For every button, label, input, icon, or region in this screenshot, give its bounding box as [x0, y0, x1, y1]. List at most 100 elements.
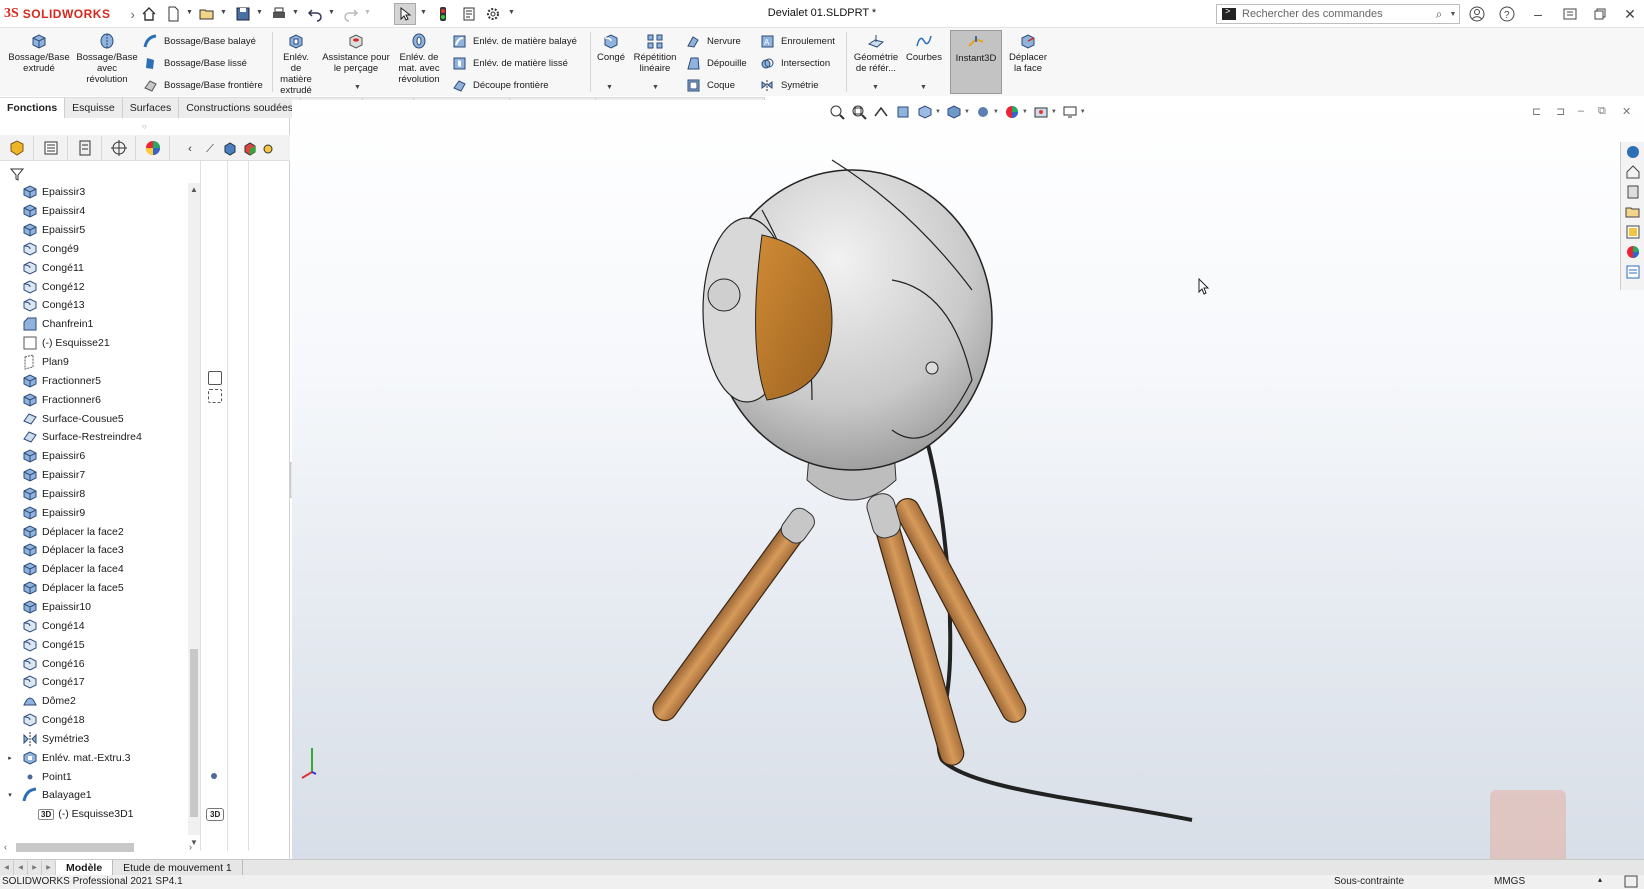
tree-item[interactable]: 3D (-) Esquisse3D1: [0, 805, 188, 824]
tree-item[interactable]: Point1: [0, 767, 188, 786]
tree-item[interactable]: (-) Esquisse21: [0, 334, 188, 353]
next-tab-icon[interactable]: ▶: [28, 860, 42, 875]
tree-item[interactable]: Congé9: [0, 240, 188, 259]
viewport-minimize-icon[interactable]: –: [1578, 105, 1584, 117]
dimxpert-tab-icon[interactable]: [102, 135, 136, 160]
hscroll-thumb[interactable]: [16, 843, 134, 852]
select-cursor-icon[interactable]: [394, 3, 416, 25]
bossage-extrude-button[interactable]: Bossage/Base extrudé: [6, 32, 72, 74]
previous-view-icon[interactable]: [872, 103, 890, 121]
last-tab-icon[interactable]: ▶: [42, 860, 56, 875]
motion-study-tab[interactable]: Etude de mouvement 1: [113, 859, 243, 876]
unit-system[interactable]: MMGS: [1494, 876, 1525, 887]
tree-item[interactable]: Fractionner5: [0, 371, 188, 390]
tree-item[interactable]: Congé18: [0, 711, 188, 730]
model-tab[interactable]: Modèle: [56, 859, 114, 876]
window-options-icon[interactable]: [1560, 5, 1580, 23]
save-icon[interactable]: [232, 3, 254, 25]
coque-button[interactable]: Coque: [686, 77, 735, 93]
depouille-button[interactable]: Dépouille: [686, 55, 747, 71]
tree-item[interactable]: Epaissir6: [0, 447, 188, 466]
close-icon[interactable]: ✕: [1620, 5, 1640, 23]
print-icon[interactable]: [268, 3, 290, 25]
redo-dropdown-icon[interactable]: ▼: [364, 9, 371, 16]
tree-horizontal-scrollbar[interactable]: ‹ ›: [4, 840, 192, 854]
apply-scene-icon[interactable]: [1032, 103, 1050, 121]
enlev-extrude-button[interactable]: Enlév. de matière extrudé: [276, 32, 316, 96]
save-dropdown-icon[interactable]: ▼: [256, 9, 263, 16]
tree-item[interactable]: ▾ Balayage1: [0, 786, 188, 805]
appearance-tab-icon[interactable]: [136, 135, 170, 160]
repetition-dropdown-icon[interactable]: ▼: [652, 84, 659, 91]
propertymanager-tab-icon[interactable]: [34, 135, 68, 160]
home-pane-icon[interactable]: [1625, 164, 1641, 180]
tree-item[interactable]: Congé13: [0, 296, 188, 315]
undo-icon[interactable]: [304, 3, 326, 25]
undo-dropdown-icon[interactable]: ▼: [328, 9, 335, 16]
symetrie-button[interactable]: Symétrie: [760, 77, 818, 93]
options-gear-icon[interactable]: [482, 3, 504, 25]
nervure-button[interactable]: Nervure: [686, 33, 741, 49]
new-dropdown-icon[interactable]: ▼: [186, 9, 193, 16]
featuremanager-tab-icon[interactable]: [0, 135, 34, 160]
scroll-thumb[interactable]: [190, 649, 198, 817]
tree-item[interactable]: Epaissir7: [0, 466, 188, 485]
intersection-button[interactable]: Intersection: [760, 55, 830, 71]
tree-item[interactable]: Epaissir9: [0, 503, 188, 522]
tree-item[interactable]: Chanfrein1: [0, 315, 188, 334]
tree-item[interactable]: Epaissir4: [0, 202, 188, 221]
assistance-percage-button[interactable]: Assistance pour le perçage: [318, 32, 394, 74]
sketch-tool-icon[interactable]: ⟋: [200, 140, 220, 158]
view-orientation-icon[interactable]: [945, 103, 963, 121]
home-icon[interactable]: [138, 3, 160, 25]
user-account-icon[interactable]: [1467, 5, 1487, 23]
expander-icon[interactable]: ▾: [4, 791, 16, 799]
tree-item[interactable]: Déplacer la face3: [0, 541, 188, 560]
tree-item[interactable]: Epaissir5: [0, 221, 188, 240]
minimize-icon[interactable]: –: [1528, 5, 1548, 23]
tab-0[interactable]: Fonctions: [0, 98, 66, 118]
view-palette-icon[interactable]: [1625, 224, 1641, 240]
tree-item[interactable]: Congé12: [0, 277, 188, 296]
tree-item[interactable]: Congé11: [0, 258, 188, 277]
display-color-icon[interactable]: [240, 140, 260, 158]
new-document-icon[interactable]: [162, 3, 184, 25]
scene-icon[interactable]: [258, 140, 278, 158]
view-settings-icon[interactable]: [1061, 103, 1079, 121]
scroll-up-icon[interactable]: ▲: [188, 185, 200, 194]
instant3d-button[interactable]: Instant3D: [950, 30, 1002, 94]
enlev-revolution-button[interactable]: Enlév. de mat. avec révolution: [396, 32, 442, 85]
zoom-to-fit-icon[interactable]: [828, 103, 846, 121]
file-properties-icon[interactable]: [458, 3, 480, 25]
status-settings-icon[interactable]: [1624, 875, 1638, 888]
expander-icon[interactable]: ▸: [4, 754, 16, 762]
viewport-tile-left-icon[interactable]: ⊏: [1532, 105, 1541, 118]
viewport-tile-right-icon[interactable]: ⊐: [1556, 105, 1565, 118]
command-search[interactable]: Rechercher des commandes ⌕ ▼: [1216, 4, 1460, 24]
scene-dropdown-icon[interactable]: ▼: [1051, 109, 1057, 115]
open-folder-icon[interactable]: [196, 3, 218, 25]
tree-item[interactable]: Plan9: [0, 353, 188, 372]
custom-properties-icon[interactable]: [1625, 264, 1641, 280]
search-input[interactable]: Rechercher des commandes: [1242, 8, 1431, 20]
tree-item[interactable]: Congé14: [0, 616, 188, 635]
tree-item[interactable]: Epaissir3: [0, 183, 188, 202]
bossage-balaye-button[interactable]: Bossage/Base balayé: [143, 33, 256, 49]
search-icon[interactable]: ⌕: [1431, 7, 1447, 22]
enroulement-button[interactable]: A Enroulement: [760, 33, 835, 49]
geometrie-reference-button[interactable]: Géométrie de référ...: [850, 32, 902, 74]
tree-item[interactable]: Déplacer la face2: [0, 522, 188, 541]
solidworks-resources-icon[interactable]: [1625, 144, 1641, 160]
bossage-frontiere-button[interactable]: Bossage/Base frontière: [143, 77, 263, 93]
prev-tab-icon[interactable]: ◀: [14, 860, 28, 875]
options-dropdown-icon[interactable]: ▼: [508, 9, 515, 16]
view-cube-icon[interactable]: [220, 140, 240, 158]
tree-vertical-scrollbar[interactable]: ▲ ▼: [188, 183, 200, 847]
first-tab-icon[interactable]: ◀: [0, 860, 14, 875]
file-explorer-icon[interactable]: [1625, 204, 1641, 220]
panel-grip-icon[interactable]: ○: [142, 122, 147, 131]
hide-show-dropdown-icon[interactable]: ▼: [993, 109, 999, 115]
conge-dropdown-icon[interactable]: ▼: [606, 84, 613, 91]
bossage-revolution-button[interactable]: Bossage/Base avec révolution: [74, 32, 140, 85]
geometrie-dropdown-icon[interactable]: ▼: [872, 84, 879, 91]
